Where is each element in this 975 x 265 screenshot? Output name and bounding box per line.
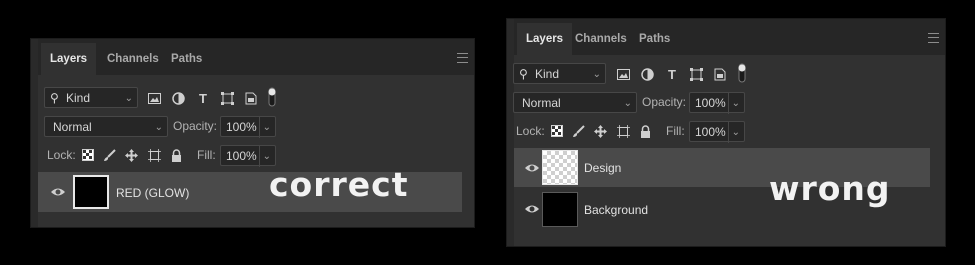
- opacity-label: Opacity:: [173, 119, 218, 133]
- blend-mode-select[interactable]: Normal ⌄: [44, 116, 168, 137]
- chevron-down-icon: ⌄: [258, 146, 271, 167]
- fill-label: Fill:: [666, 124, 685, 138]
- filter-toggle-icon[interactable]: [266, 86, 278, 108]
- blend-mode-value: Normal: [522, 96, 561, 110]
- opacity-label: Opacity:: [642, 95, 687, 109]
- caption-correct: correct: [269, 165, 409, 204]
- chevron-down-icon: ⌄: [258, 117, 271, 138]
- layer-name[interactable]: Design: [584, 160, 621, 176]
- lock-label: Lock:: [47, 148, 76, 162]
- chevron-down-icon: ⌄: [727, 122, 740, 143]
- chevron-down-icon: ⌄: [124, 93, 133, 104]
- opacity-field[interactable]: 100% ⌄: [220, 116, 276, 138]
- tab-layers[interactable]: Layers: [517, 23, 573, 55]
- opacity-value: 100%: [695, 96, 726, 110]
- search-icon: ⚲: [50, 91, 59, 105]
- tab-paths[interactable]: Paths: [162, 43, 211, 75]
- image-filter-icon[interactable]: [615, 66, 631, 82]
- shape-filter-icon[interactable]: [688, 66, 704, 82]
- caption-wrong: wrong: [769, 169, 891, 208]
- lock-transparent-icon[interactable]: [80, 147, 96, 163]
- panel-edge: [507, 19, 514, 246]
- blend-mode-select[interactable]: Normal ⌄: [513, 92, 637, 113]
- filter-kind-select[interactable]: ⚲ Kind ⌄: [513, 63, 606, 84]
- panel-menu-icon[interactable]: [457, 53, 468, 63]
- fill-field[interactable]: 100% ⌄: [689, 121, 745, 143]
- adjustment-filter-icon[interactable]: [170, 90, 186, 106]
- panel-edge: [31, 39, 38, 227]
- type-filter-icon[interactable]: T: [195, 90, 211, 106]
- layer-name[interactable]: Background: [584, 202, 648, 218]
- opacity-value: 100%: [226, 120, 257, 134]
- filter-kind-value: Kind: [535, 67, 560, 81]
- blend-mode-value: Normal: [53, 120, 92, 134]
- chevron-down-icon: ⌄: [592, 69, 601, 80]
- shape-filter-icon[interactable]: [219, 90, 235, 106]
- filter-kind-select[interactable]: ⚲ Kind ⌄: [44, 87, 138, 108]
- layer-name[interactable]: RED (GLOW): [116, 185, 189, 201]
- search-icon: ⚲: [519, 67, 528, 81]
- image-filter-icon[interactable]: [146, 90, 162, 106]
- lock-image-icon[interactable]: [570, 123, 586, 139]
- adjustment-filter-icon[interactable]: [639, 66, 655, 82]
- chevron-down-icon: ⌄: [623, 98, 632, 109]
- lock-position-icon[interactable]: [592, 123, 608, 139]
- chevron-down-icon: ⌄: [727, 93, 740, 114]
- layers-panel-correct: Layers Channels Paths ⚲ Kind ⌄ T Normal …: [30, 38, 475, 228]
- eye-icon[interactable]: [524, 160, 540, 176]
- layers-panel-wrong: Layers Channels Paths ⚲ Kind ⌄ T Normal …: [506, 18, 946, 247]
- lock-all-icon[interactable]: [637, 123, 653, 139]
- lock-position-icon[interactable]: [123, 147, 139, 163]
- eye-icon[interactable]: [50, 184, 66, 200]
- lock-label: Lock:: [516, 124, 545, 138]
- lock-artboard-icon[interactable]: [615, 123, 631, 139]
- panel-menu-icon[interactable]: [928, 33, 939, 43]
- type-filter-icon[interactable]: T: [664, 66, 680, 82]
- fill-value: 100%: [226, 149, 257, 163]
- filter-kind-value: Kind: [66, 91, 91, 105]
- smart-object-filter-icon[interactable]: [243, 90, 259, 106]
- filter-toggle-icon[interactable]: [736, 62, 748, 84]
- opacity-field[interactable]: 100% ⌄: [689, 92, 745, 114]
- eye-icon[interactable]: [524, 201, 540, 217]
- layer-thumbnail: [542, 192, 578, 227]
- panel-tab-bar: Layers Channels Paths: [514, 19, 945, 55]
- smart-object-filter-icon[interactable]: [712, 66, 728, 82]
- fill-field[interactable]: 100% ⌄: [220, 145, 276, 167]
- lock-all-icon[interactable]: [168, 147, 184, 163]
- fill-value: 100%: [695, 125, 726, 139]
- layer-thumbnail: [73, 175, 109, 209]
- lock-transparent-icon[interactable]: [549, 123, 565, 139]
- fill-label: Fill:: [197, 148, 216, 162]
- tab-layers[interactable]: Layers: [41, 43, 97, 75]
- lock-image-icon[interactable]: [101, 147, 117, 163]
- chevron-down-icon: ⌄: [154, 122, 163, 133]
- lock-artboard-icon[interactable]: [146, 147, 162, 163]
- layer-thumbnail: [542, 150, 578, 185]
- tab-paths[interactable]: Paths: [630, 23, 679, 55]
- panel-tab-bar: Layers Channels Paths: [38, 39, 474, 75]
- tab-channels[interactable]: Channels: [566, 23, 636, 55]
- tab-channels[interactable]: Channels: [98, 43, 168, 75]
